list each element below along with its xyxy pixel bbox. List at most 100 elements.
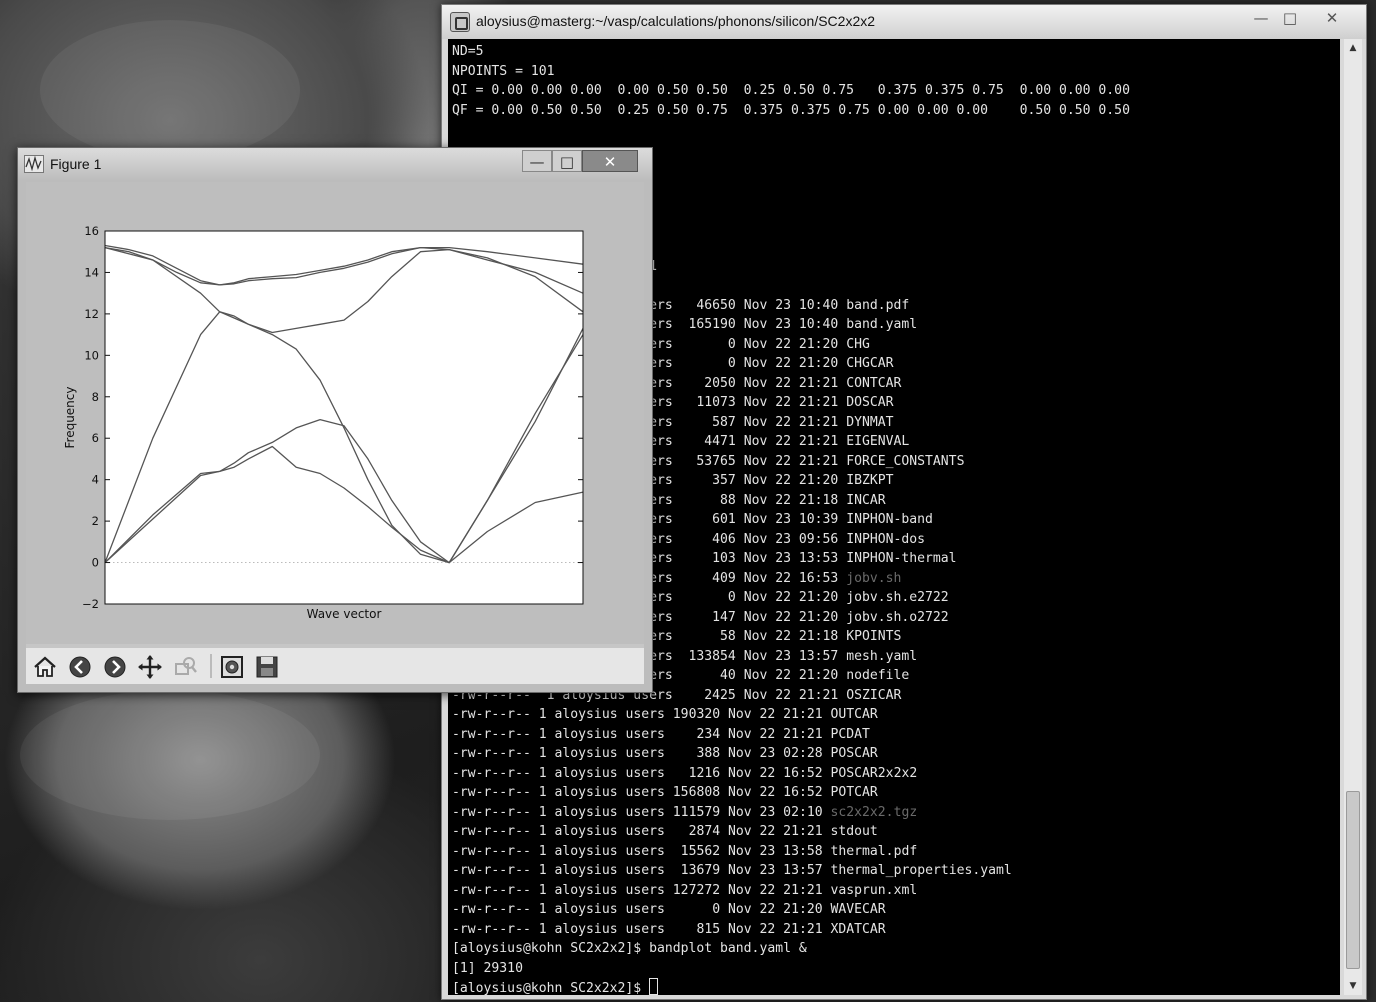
- ls-date: Nov 22 21:20: [743, 473, 839, 488]
- ls-links: 1: [538, 726, 547, 742]
- ls-date: Nov 22 21:21: [743, 434, 839, 449]
- ls-filename: INCAR: [846, 492, 886, 508]
- zoom-icon[interactable]: [172, 654, 198, 680]
- figure-window[interactable]: Figure 1 — □ ✕ −2 0 2 4 6 8 10 12 14 16 Wave vecto…: [17, 147, 653, 693]
- terminal-cursor: [649, 978, 659, 995]
- ls-size: 0: [680, 356, 736, 371]
- ls-filename: band.pdf: [846, 297, 910, 313]
- terminal-titlebar[interactable]: aloysius@masterg:~/vasp/calculations/pho…: [442, 5, 1366, 39]
- ls-size: 156808: [672, 785, 721, 800]
- terminal-scrollbar[interactable]: ▲ ▼: [1344, 39, 1362, 995]
- terminal-app-icon: [450, 12, 470, 32]
- scroll-down-arrow-icon[interactable]: ▼: [1344, 977, 1362, 995]
- ls-date: Nov 23 02:10: [728, 804, 823, 820]
- ls-links: 1: [538, 746, 547, 761]
- ls-user: aloysius: [554, 707, 618, 722]
- forward-icon[interactable]: [102, 654, 128, 680]
- ls-links: 1: [538, 785, 547, 800]
- ls-filename: CHGCAR: [846, 356, 894, 371]
- ls-size: 0: [680, 336, 736, 352]
- ls-group: users: [625, 746, 665, 761]
- y-tick-label: 0: [92, 556, 99, 570]
- ls-filename: stdout: [830, 824, 878, 839]
- ls-date: Nov 22 21:18: [743, 629, 839, 644]
- ls-filename: CHG: [846, 336, 870, 352]
- figure-titlebar[interactable]: Figure 1 — □ ✕: [18, 148, 652, 180]
- ls-date: Nov 22 21:20: [743, 336, 839, 352]
- save-icon[interactable]: [254, 654, 280, 680]
- ls-size: 147: [680, 609, 736, 625]
- ls-group: users: [625, 843, 665, 859]
- pan-icon[interactable]: [137, 654, 163, 680]
- prompt-line: [1] 29310: [452, 959, 523, 979]
- ls-date: Nov 22 21:18: [743, 492, 839, 508]
- ls-row: -rw-r--r-- 1 aloysius users 815 Nov 22 2…: [452, 920, 886, 940]
- ls-size: 601: [680, 512, 736, 527]
- figure-close-button[interactable]: ✕: [582, 150, 638, 172]
- ls-row: -rw-r--r-- 1 aloysius users 2874 Nov 22 …: [452, 822, 878, 842]
- ls-row: -rw-r--r-- 1 aloysius users 0 Nov 22 21:…: [452, 900, 886, 920]
- ls-filename: IBZKPT: [846, 473, 894, 488]
- terminal-close-button[interactable]: ✕: [1318, 7, 1346, 29]
- ls-permissions: -rw-r--r--: [452, 902, 531, 917]
- home-icon[interactable]: [32, 654, 58, 680]
- ls-filename: band.yaml: [846, 317, 918, 332]
- terminal-maximize-button[interactable]: □: [1276, 7, 1304, 29]
- wallpaper-highlight: [20, 690, 320, 820]
- ls-date: Nov 23 13:53: [743, 551, 839, 566]
- ls-permissions: -rw-r--r--: [452, 843, 531, 859]
- ls-links: 1: [538, 707, 547, 722]
- scroll-up-arrow-icon[interactable]: ▲: [1344, 39, 1362, 57]
- ls-filename: thermal.pdf: [830, 843, 918, 859]
- ls-date: Nov 22 21:21: [743, 375, 839, 391]
- ls-permissions: -rw-r--r--: [452, 921, 531, 937]
- ls-size: 4471: [680, 434, 736, 449]
- ls-user: aloysius: [554, 726, 618, 742]
- configure-subplots-icon[interactable]: [219, 654, 245, 680]
- ls-date: Nov 23 02:28: [728, 746, 823, 761]
- ls-size: 15562: [672, 843, 721, 859]
- back-icon[interactable]: [67, 654, 93, 680]
- ls-filename: DYNMAT: [846, 414, 894, 430]
- plot-area[interactable]: [105, 231, 583, 604]
- ls-date: Nov 22 21:20: [728, 902, 823, 917]
- scrollbar-thumb[interactable]: [1346, 791, 1360, 969]
- figure-maximize-button[interactable]: □: [552, 150, 582, 172]
- y-tick-label: 8: [92, 390, 99, 404]
- terminal-minimize-button[interactable]: —: [1247, 7, 1275, 29]
- header-text: ND=5: [452, 44, 484, 59]
- terminal-title: aloysius@masterg:~/vasp/calculations/pho…: [476, 13, 876, 29]
- prompt-text: [aloysius@kohn SC2x2x2]$: [452, 981, 650, 995]
- y-tick-label: 14: [84, 265, 99, 279]
- ls-user: aloysius: [554, 785, 618, 800]
- band-structure-plot[interactable]: −2 0 2 4 6 8 10 12 14 16 Wave vector Frequency: [26, 182, 644, 644]
- figure-canvas[interactable]: −2 0 2 4 6 8 10 12 14 16 Wave vector Frequency: [26, 182, 644, 644]
- figure-minimize-button[interactable]: —: [522, 150, 552, 172]
- ls-user: aloysius: [554, 824, 618, 839]
- y-tick-label: 6: [92, 431, 99, 445]
